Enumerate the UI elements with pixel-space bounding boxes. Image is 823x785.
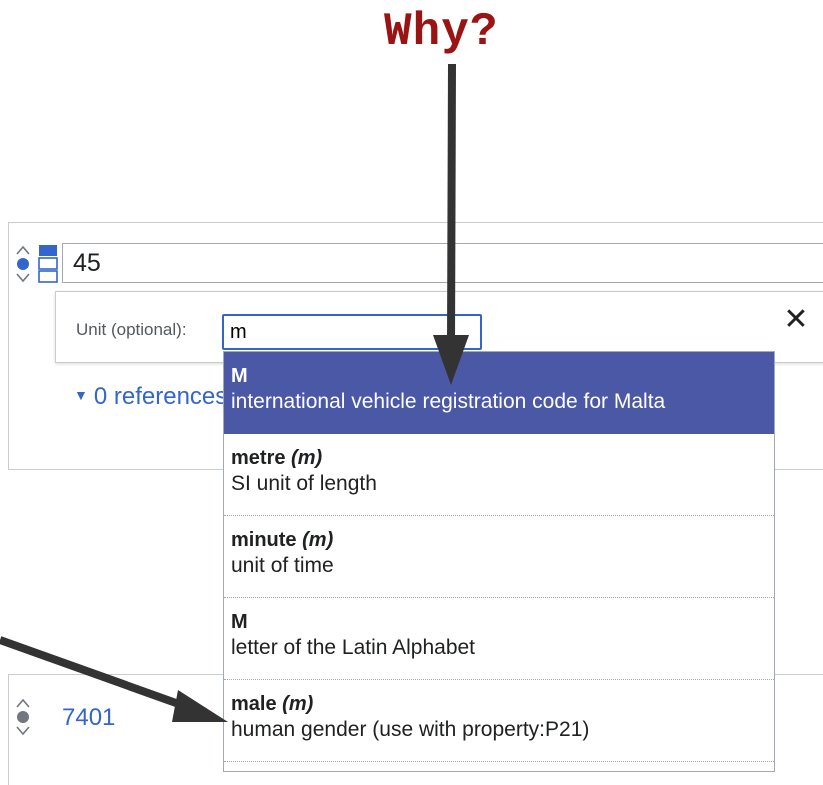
suggestion-item[interactable]: male (m) human gender (use with property…	[224, 680, 774, 762]
suggestion-label: M	[231, 365, 248, 387]
suggestion-description: unit of time	[231, 554, 334, 577]
rank-selector-icon[interactable]	[14, 244, 32, 284]
references-toggle[interactable]: ▼ 0 references	[74, 383, 224, 411]
suggestion-description: human gender (use with property:P21)	[231, 718, 590, 741]
suggestion-description: SI unit of length	[231, 472, 377, 495]
statement-value-link[interactable]: 7401	[62, 704, 115, 732]
rank-selector-icon-2[interactable]	[14, 697, 32, 737]
annotation-title: Why?	[384, 6, 499, 58]
suggestion-alias: (m)	[291, 447, 323, 469]
suggestion-description: letter of the Latin Alphabet	[231, 636, 476, 659]
unit-label: Unit (optional):	[76, 320, 187, 339]
suggestion-item[interactable]: M letter of the Latin Alphabet	[224, 598, 774, 680]
suggestion-label: M	[231, 611, 248, 633]
suggestion-label: male	[231, 693, 277, 715]
unit-input[interactable]	[222, 314, 482, 350]
caret-down-icon: ▼	[74, 387, 88, 403]
unit-suggestion-dropdown: M international vehicle registration cod…	[223, 351, 775, 772]
suggestion-label: metre	[231, 447, 286, 469]
suggestion-item[interactable]: M international vehicle registration cod…	[224, 352, 774, 434]
suggestion-item[interactable]: metre (m) SI unit of length	[224, 434, 774, 516]
suggestion-label: minute	[231, 529, 297, 551]
close-icon[interactable]: ✕	[778, 300, 814, 340]
suggestion-alias: (m)	[282, 693, 314, 715]
quantity-value-input[interactable]	[62, 243, 823, 283]
suggestion-description: international vehicle registration code …	[231, 390, 666, 413]
suggestion-alias: (m)	[302, 529, 334, 551]
snak-type-icon[interactable]	[38, 244, 58, 284]
suggestion-item[interactable]: minute (m) unit of time	[224, 516, 774, 598]
references-label: 0 references	[93, 383, 224, 410]
